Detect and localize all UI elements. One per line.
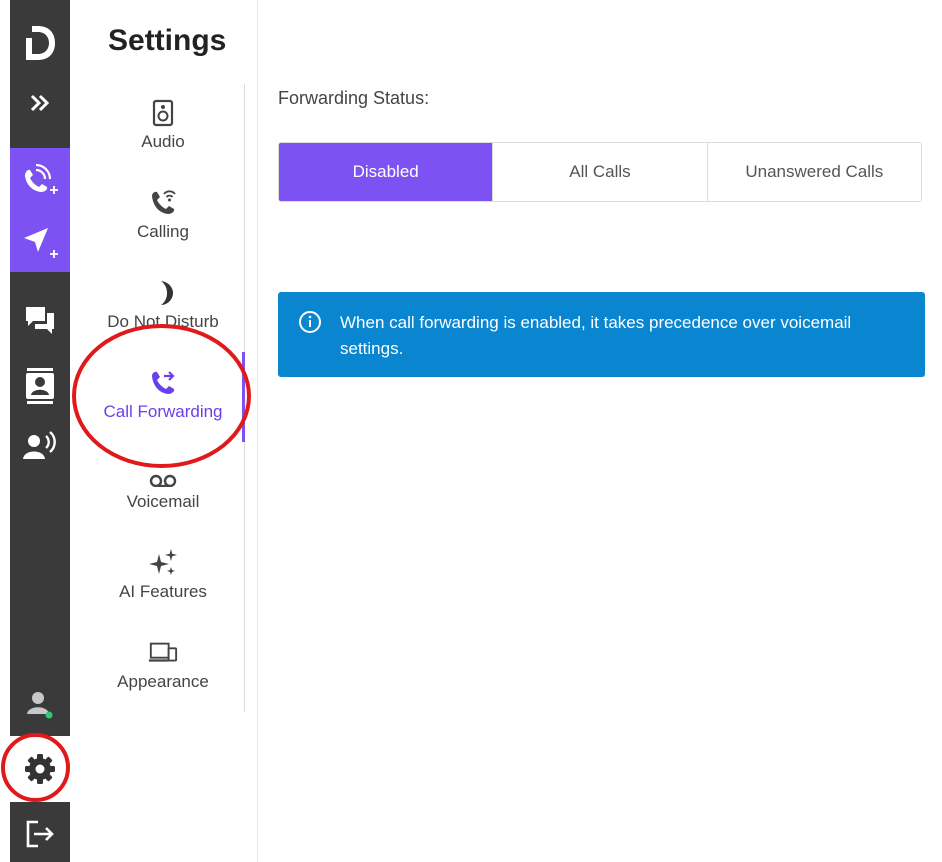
- forwarding-status-label: Forwarding Status:: [278, 88, 430, 108]
- settings-panel: Settings Audio Calling Do Not Disturb Ca…: [70, 0, 258, 862]
- nav-item-ai-features[interactable]: AI Features: [70, 536, 256, 626]
- double-chevron-right-icon: [30, 94, 50, 112]
- nav-item-calling[interactable]: Calling: [70, 176, 256, 266]
- main-content: Forwarding Status: Disabled All Calls Un…: [258, 0, 942, 862]
- contacts-button[interactable]: [10, 362, 70, 410]
- nav-label-voicemail: Voicemail: [126, 492, 200, 511]
- nav-item-audio[interactable]: Audio: [70, 86, 256, 176]
- info-message: When call forwarding is enabled, it take…: [340, 313, 852, 358]
- nav-label-ai-features: AI Features: [119, 582, 207, 601]
- profile-button[interactable]: [10, 684, 70, 724]
- voice-button[interactable]: [10, 424, 70, 470]
- new-message-button[interactable]: [10, 220, 70, 264]
- user-status-icon: [27, 692, 53, 719]
- nav-item-do-not-disturb[interactable]: Do Not Disturb: [70, 266, 256, 356]
- exit-icon: [26, 820, 54, 848]
- option-disabled[interactable]: Disabled: [279, 143, 494, 201]
- option-all-calls[interactable]: All Calls: [493, 143, 708, 201]
- moon-icon: [148, 278, 178, 308]
- info-banner: When call forwarding is enabled, it take…: [278, 292, 925, 377]
- nav-label-calling: Calling: [137, 222, 189, 241]
- phone-plus-icon: [25, 164, 58, 194]
- phone-forward-icon: [148, 368, 178, 398]
- nav-label-appearance: Appearance: [117, 672, 209, 691]
- devices-icon: [148, 638, 178, 668]
- nav-item-voicemail[interactable]: Voicemail: [70, 446, 256, 536]
- logout-button[interactable]: [10, 812, 70, 856]
- option-unanswered-calls[interactable]: Unanswered Calls: [707, 143, 921, 201]
- settings-title: Settings: [108, 24, 227, 57]
- nav-active-indicator: [242, 352, 245, 442]
- person-speaking-icon: [23, 431, 56, 459]
- contact-card-icon: [26, 368, 54, 404]
- chat-bubbles-icon: [26, 307, 54, 334]
- voicemail-icon: [148, 458, 178, 488]
- phone-wifi-icon: [148, 188, 178, 218]
- new-call-button[interactable]: [10, 160, 70, 204]
- messages-button[interactable]: [10, 298, 70, 342]
- nav-label-call-forwarding: Call Forwarding: [103, 402, 223, 421]
- forwarding-status-toggle: Disabled All Calls Unanswered Calls: [278, 142, 922, 202]
- sparkles-icon: [148, 548, 178, 578]
- nav-item-call-forwarding[interactable]: Call Forwarding: [70, 356, 256, 446]
- expand-button[interactable]: [10, 88, 70, 118]
- send-plus-icon: [24, 228, 58, 258]
- speaker-icon: [148, 98, 178, 128]
- gear-icon: [25, 754, 55, 784]
- info-icon: [299, 311, 321, 333]
- logo-icon: [26, 26, 55, 60]
- nav-label-audio: Audio: [141, 132, 185, 151]
- app-logo[interactable]: [10, 18, 70, 68]
- nav-item-appearance[interactable]: Appearance: [70, 626, 256, 716]
- nav-label-do-not-disturb: Do Not Disturb: [107, 312, 219, 331]
- settings-button[interactable]: [10, 745, 70, 793]
- app-rail: [0, 0, 80, 862]
